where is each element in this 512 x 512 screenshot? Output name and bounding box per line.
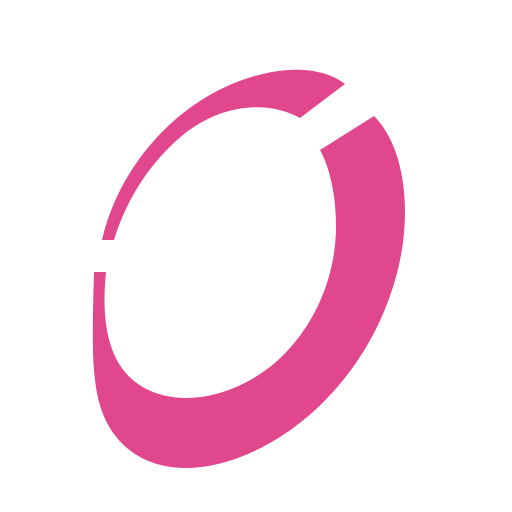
logo-upper-arc-segment [102, 69, 345, 240]
app-icon-canvas [0, 0, 512, 512]
brand-logo-icon [92, 69, 405, 469]
